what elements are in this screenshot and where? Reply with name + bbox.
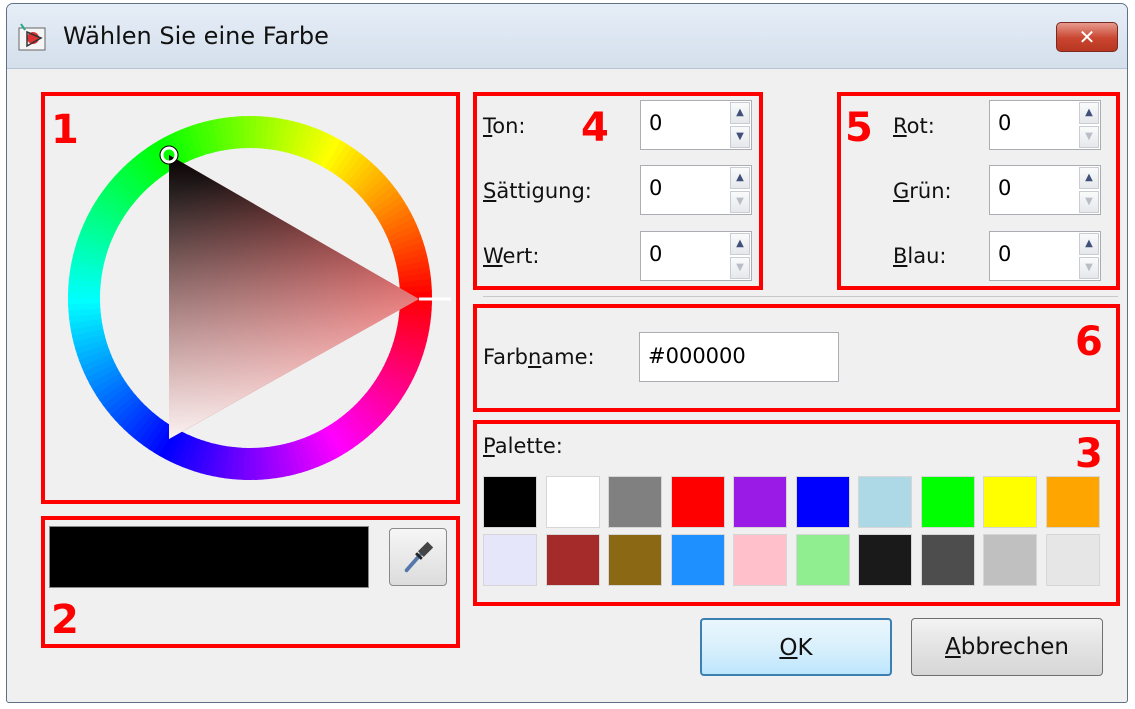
ton-value[interactable]: 0 xyxy=(649,111,662,135)
wert-up-arrow[interactable]: ▲ xyxy=(730,233,750,255)
palette-swatch[interactable] xyxy=(608,476,662,528)
ton-down-arrow[interactable]: ▼ xyxy=(730,126,750,148)
color-dialog: Wählen Sie eine Farbe ✕ 1 2 4 Ton: 0 ▲ ▼… xyxy=(6,3,1128,703)
palette-swatch[interactable] xyxy=(983,476,1037,528)
gruen-spinbox[interactable]: 0 ▲ ▼ xyxy=(989,165,1101,215)
rot-down-arrow[interactable]: ▼ xyxy=(1079,126,1099,148)
wert-spinbox[interactable]: 0 ▲ ▼ xyxy=(640,231,752,281)
palette-swatch[interactable] xyxy=(795,534,850,586)
gruen-label: Grün: xyxy=(893,179,952,203)
palette-swatch[interactable] xyxy=(483,476,537,528)
annotation-5: 5 xyxy=(845,105,873,151)
title-bar: Wählen Sie eine Farbe ✕ xyxy=(7,4,1127,69)
annotation-6: 6 xyxy=(1075,319,1103,365)
app-icon xyxy=(18,23,46,51)
ok-button[interactable]: OK xyxy=(700,618,892,676)
saettigung-value[interactable]: 0 xyxy=(649,176,662,200)
gruen-down-arrow[interactable]: ▼ xyxy=(1079,191,1099,213)
rot-value[interactable]: 0 xyxy=(998,111,1011,135)
eyedropper-icon xyxy=(404,541,434,573)
current-color-swatch xyxy=(49,526,369,588)
annotation-2: 2 xyxy=(51,597,79,643)
wert-down-arrow[interactable]: ▼ xyxy=(730,257,750,279)
palette-swatch[interactable] xyxy=(983,534,1037,586)
wert-value[interactable]: 0 xyxy=(649,242,662,266)
palette-swatch[interactable] xyxy=(795,476,850,528)
annotation-4: 4 xyxy=(581,105,609,151)
saettigung-down-arrow[interactable]: ▼ xyxy=(730,191,750,213)
eyedropper-button[interactable] xyxy=(389,528,447,586)
palette-swatch[interactable] xyxy=(920,534,975,586)
rot-label: Rot: xyxy=(893,114,935,138)
palette-label: Palette: xyxy=(483,434,563,458)
gruen-value[interactable]: 0 xyxy=(998,176,1011,200)
close-button[interactable]: ✕ xyxy=(1056,22,1118,52)
farbname-value[interactable]: #000000 xyxy=(648,344,746,368)
ton-label: Ton: xyxy=(483,114,526,138)
wert-label: Wert: xyxy=(483,244,540,268)
palette-swatch[interactable] xyxy=(733,534,787,586)
blau-spinbox[interactable]: 0 ▲ ▼ xyxy=(989,231,1101,281)
palette-swatch[interactable] xyxy=(920,476,975,528)
palette-swatch[interactable] xyxy=(858,476,912,528)
farbname-input[interactable]: #000000 xyxy=(639,332,839,382)
blau-down-arrow[interactable]: ▼ xyxy=(1079,257,1099,279)
palette-swatch[interactable] xyxy=(1045,476,1100,528)
ton-spinbox[interactable]: 0 ▲ ▼ xyxy=(640,100,752,150)
palette-swatch[interactable] xyxy=(608,534,662,586)
rot-up-arrow[interactable]: ▲ xyxy=(1079,102,1099,124)
palette-swatch[interactable] xyxy=(1045,534,1100,586)
separator xyxy=(483,296,1118,297)
ton-up-arrow[interactable]: ▲ xyxy=(730,102,750,124)
gruen-up-arrow[interactable]: ▲ xyxy=(1079,167,1099,189)
palette-swatch[interactable] xyxy=(733,476,787,528)
palette-swatch[interactable] xyxy=(858,534,912,586)
blau-value[interactable]: 0 xyxy=(998,242,1011,266)
palette-swatch[interactable] xyxy=(483,534,537,586)
cancel-button[interactable]: Abbrechen xyxy=(911,618,1103,676)
palette-swatch[interactable] xyxy=(670,534,725,586)
close-icon: ✕ xyxy=(1078,25,1096,49)
palette-swatch[interactable] xyxy=(670,476,725,528)
blau-label: Blau: xyxy=(893,244,947,268)
farbname-label: Farbname: xyxy=(483,345,595,369)
rot-spinbox[interactable]: 0 ▲ ▼ xyxy=(989,100,1101,150)
saettigung-up-arrow[interactable]: ▲ xyxy=(730,167,750,189)
palette-swatch[interactable] xyxy=(545,476,600,528)
palette-swatch[interactable] xyxy=(545,534,600,586)
window-title: Wählen Sie eine Farbe xyxy=(63,22,329,50)
annotation-3: 3 xyxy=(1075,431,1103,477)
blau-up-arrow[interactable]: ▲ xyxy=(1079,233,1099,255)
saettigung-label: Sättigung: xyxy=(483,179,592,203)
hsv-color-wheel[interactable] xyxy=(41,92,460,504)
saettigung-spinbox[interactable]: 0 ▲ ▼ xyxy=(640,165,752,215)
